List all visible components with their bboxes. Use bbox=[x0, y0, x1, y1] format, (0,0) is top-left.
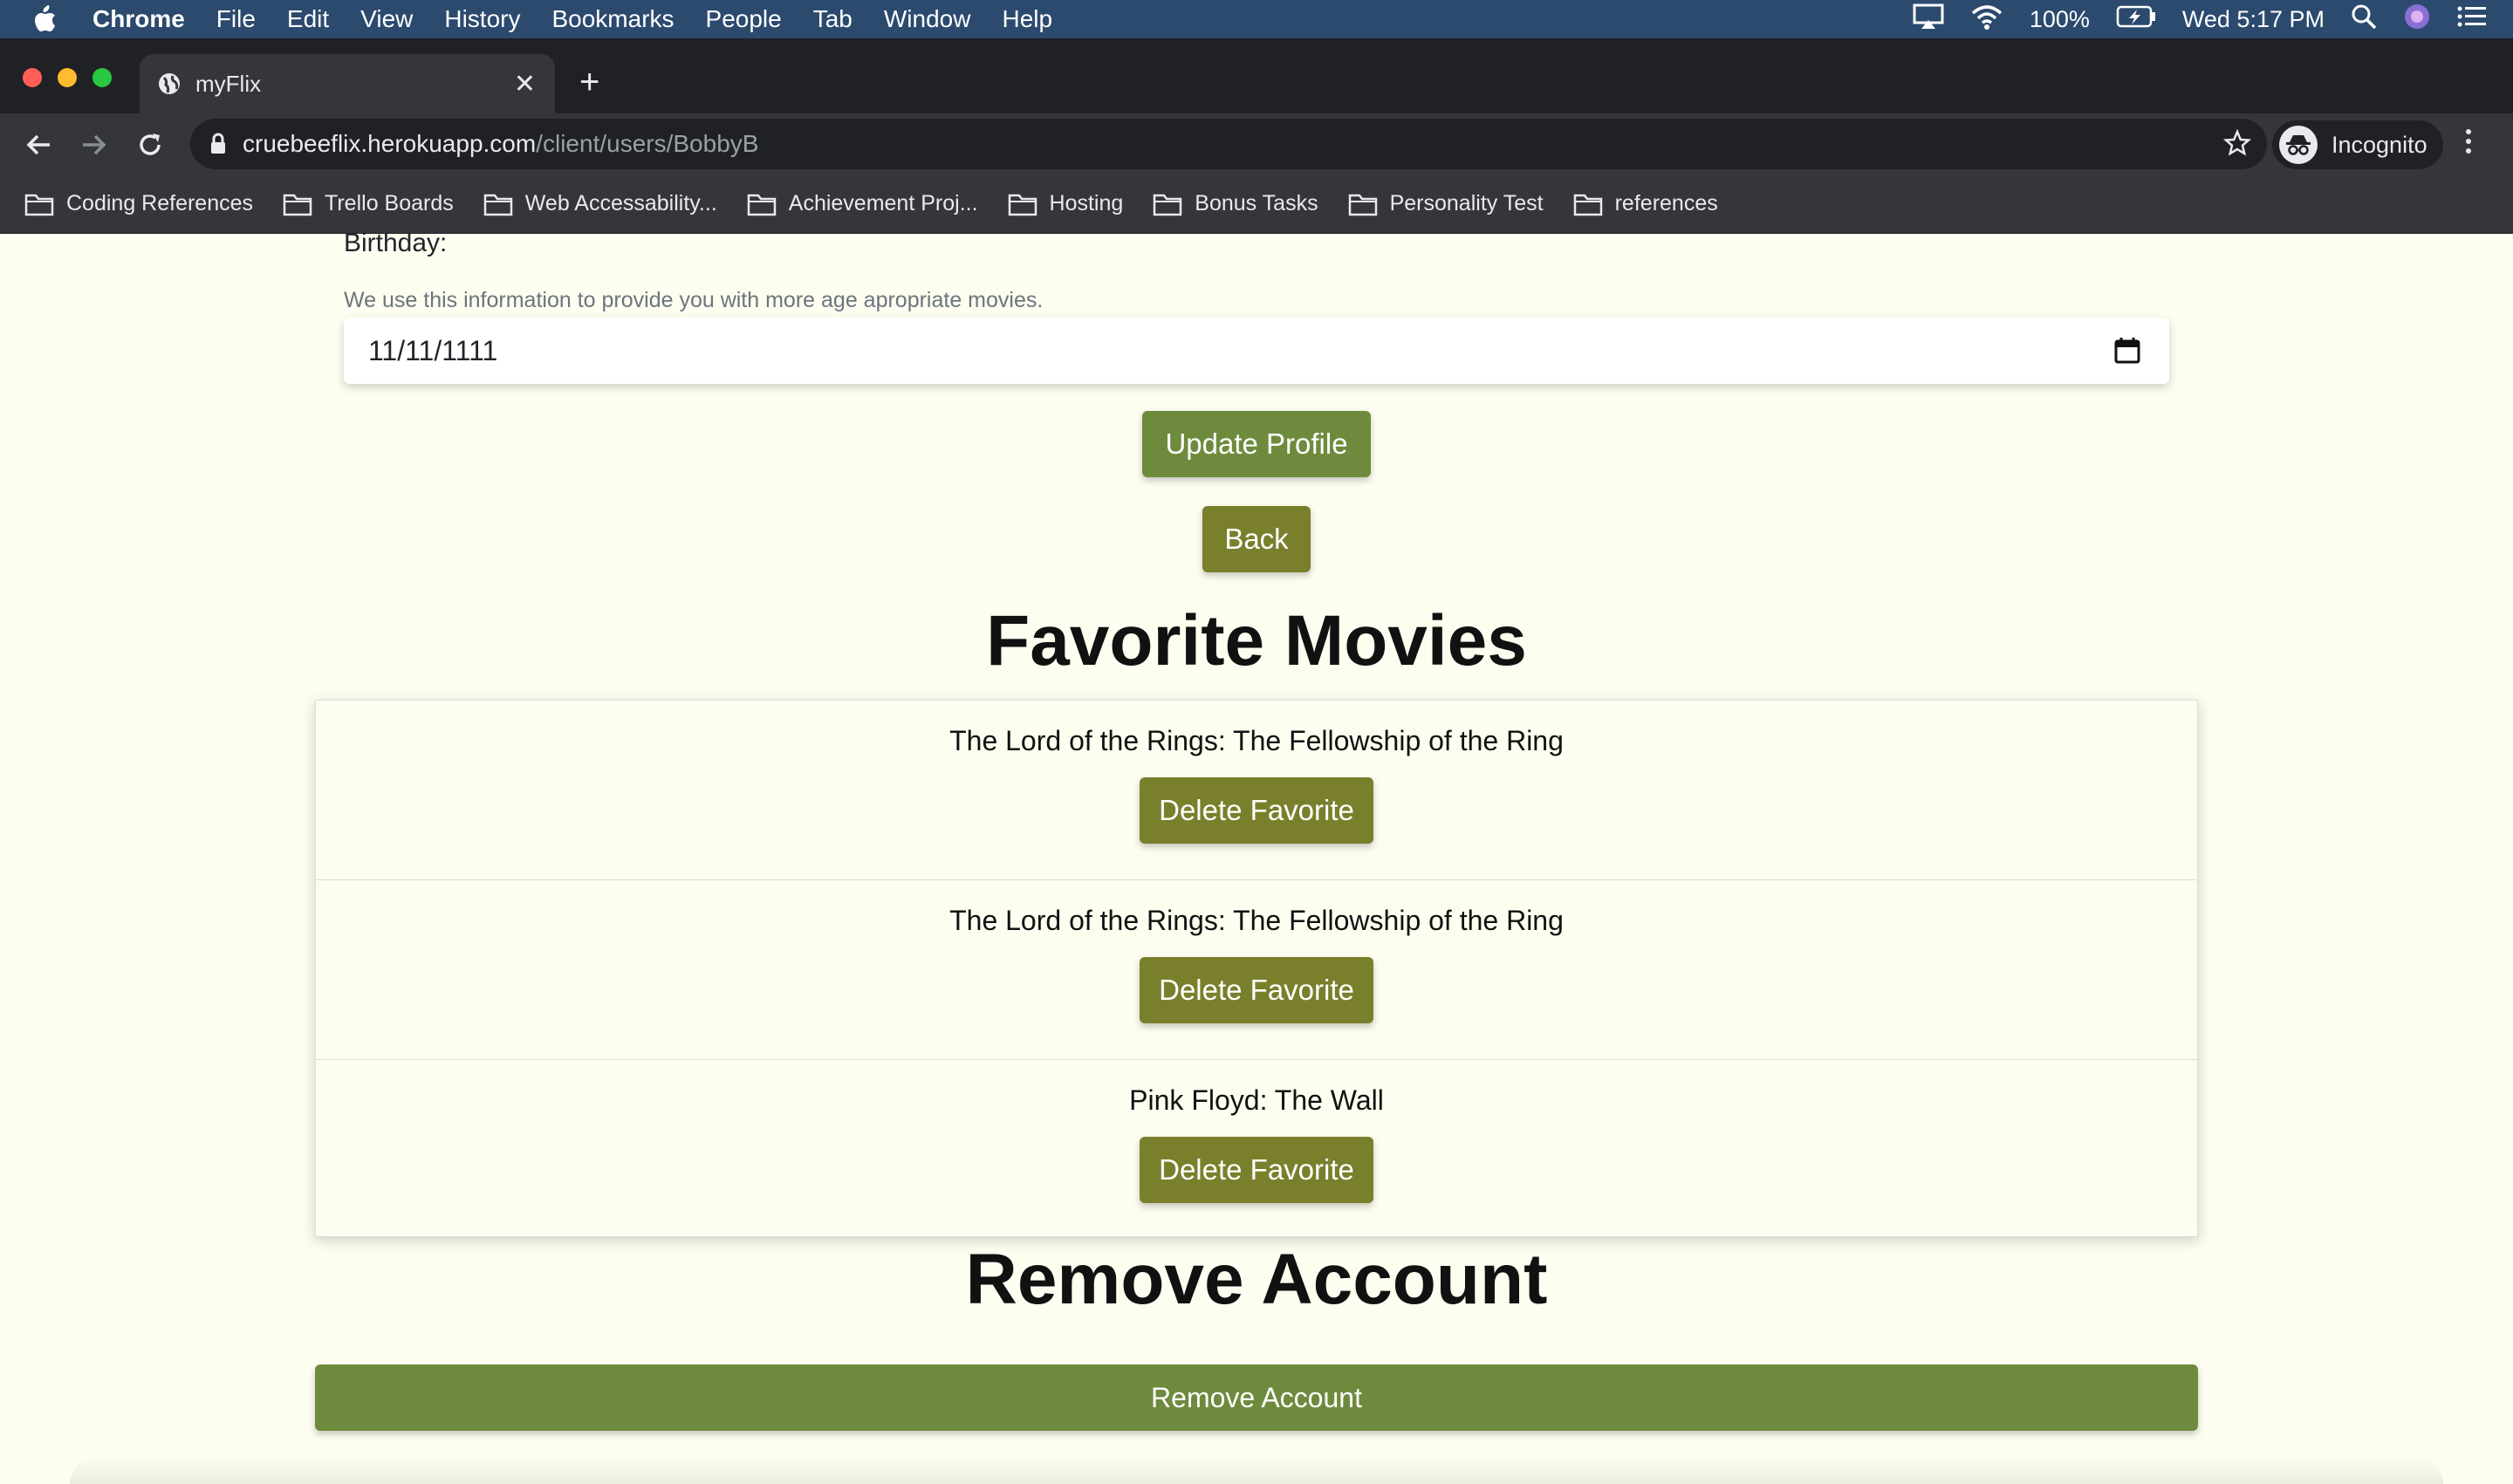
folder-icon bbox=[483, 192, 513, 216]
birthday-label: Birthday: bbox=[344, 229, 448, 257]
birthday-value: 11/11/1111 bbox=[368, 334, 498, 366]
reload-icon[interactable] bbox=[133, 127, 168, 162]
incognito-icon bbox=[2279, 126, 2318, 164]
calendar-icon[interactable] bbox=[2113, 337, 2141, 365]
menu-history[interactable]: History bbox=[444, 5, 520, 33]
lock-icon[interactable] bbox=[209, 133, 227, 155]
battery-percent: 100% bbox=[2029, 5, 2090, 32]
menubar-clock[interactable]: Wed 5:17 PM bbox=[2182, 6, 2325, 33]
delete-favorite-button[interactable]: Delete Favorite bbox=[1140, 777, 1373, 844]
folder-icon bbox=[1153, 192, 1182, 216]
window-minimize-button[interactable] bbox=[58, 68, 77, 87]
favorite-movie-title: The Lord of the Rings: The Fellowship of… bbox=[949, 905, 1564, 936]
bookmark-label: Hosting bbox=[1049, 191, 1124, 215]
bookmark-label: Achievement Proj... bbox=[788, 191, 978, 215]
folder-icon bbox=[24, 192, 54, 216]
delete-favorite-button[interactable]: Delete Favorite bbox=[1140, 957, 1373, 1023]
folder-icon bbox=[1008, 192, 1037, 216]
menu-window[interactable]: Window bbox=[884, 5, 971, 33]
folder-icon bbox=[747, 192, 777, 216]
bookmark-label: Bonus Tasks bbox=[1195, 191, 1318, 215]
bookmark-label: Personality Test bbox=[1389, 191, 1544, 215]
incognito-profile-button[interactable]: Incognito bbox=[2272, 120, 2443, 169]
bookmark-folder-coding-references[interactable]: Coding References bbox=[24, 191, 253, 216]
bookmark-star-icon[interactable] bbox=[2223, 129, 2251, 157]
browser-menu-icon[interactable] bbox=[2466, 129, 2471, 154]
menu-tab[interactable]: Tab bbox=[813, 5, 853, 33]
footer-shadow bbox=[70, 1457, 2443, 1484]
address-bar[interactable]: cruebeeflix.herokuapp.com/client/users/B… bbox=[190, 119, 2267, 169]
favorite-movie-title: The Lord of the Rings: The Fellowship of… bbox=[949, 725, 1564, 756]
tab-title: myFlix bbox=[195, 70, 262, 97]
wifi-icon[interactable] bbox=[1970, 3, 2003, 36]
url-host: cruebeeflix.herokuapp.com bbox=[243, 130, 537, 157]
list-item: The Lord of the Rings: The Fellowship of… bbox=[316, 701, 2197, 880]
battery-icon[interactable] bbox=[2116, 5, 2156, 34]
favorite-movie-title: Pink Floyd: The Wall bbox=[1129, 1084, 1384, 1116]
folder-icon bbox=[1573, 192, 1603, 216]
bookmark-folder-hosting[interactable]: Hosting bbox=[1008, 191, 1124, 216]
bookmark-folder-bonus-tasks[interactable]: Bonus Tasks bbox=[1153, 191, 1318, 216]
bookmark-label: Trello Boards bbox=[325, 191, 454, 215]
menu-file[interactable]: File bbox=[216, 5, 256, 33]
bookmark-label: references bbox=[1614, 191, 1718, 215]
list-item: The Lord of the Rings: The Fellowship of… bbox=[316, 880, 2197, 1060]
birthday-help-text: We use this information to provide you w… bbox=[344, 288, 1044, 312]
bookmark-label: Coding References bbox=[66, 191, 254, 215]
back-arrow-icon[interactable] bbox=[21, 127, 56, 162]
browser-tab-active[interactable]: myFlix ✕ bbox=[140, 54, 555, 113]
tab-close-icon[interactable]: ✕ bbox=[514, 69, 536, 99]
window-zoom-button[interactable] bbox=[92, 68, 112, 87]
spotlight-search-icon[interactable] bbox=[2351, 3, 2377, 36]
menu-view[interactable]: View bbox=[360, 5, 413, 33]
incognito-label: Incognito bbox=[2332, 131, 2427, 158]
bookmark-folder-personality-test[interactable]: Personality Test bbox=[1348, 191, 1544, 216]
update-profile-button[interactable]: Update Profile bbox=[1142, 411, 1371, 477]
bookmarks-bar: Coding References Trello Boards Web Acce… bbox=[0, 174, 2513, 234]
delete-favorite-button[interactable]: Delete Favorite bbox=[1140, 1137, 1373, 1203]
menu-help[interactable]: Help bbox=[1002, 5, 1052, 33]
macos-menubar: Chrome File Edit View History Bookmarks … bbox=[0, 0, 2513, 38]
folder-icon bbox=[283, 192, 312, 216]
menubar-status-area: 100% Wed 5:17 PM bbox=[1913, 0, 2487, 38]
airplay-icon[interactable] bbox=[1913, 3, 1944, 36]
folder-icon bbox=[1348, 192, 1378, 216]
favorite-movies-list: The Lord of the Rings: The Fellowship of… bbox=[315, 700, 2198, 1237]
remove-account-heading: Remove Account bbox=[965, 1240, 1548, 1319]
window-close-button[interactable] bbox=[23, 68, 42, 87]
bookmark-folder-references[interactable]: references bbox=[1573, 191, 1718, 216]
remove-account-button[interactable]: Remove Account bbox=[315, 1364, 2198, 1431]
menu-edit[interactable]: Edit bbox=[287, 5, 329, 33]
new-tab-plus-icon[interactable]: + bbox=[579, 63, 599, 102]
forward-arrow-icon[interactable] bbox=[77, 127, 112, 162]
bookmark-folder-achievement-proj[interactable]: Achievement Proj... bbox=[747, 191, 978, 216]
menu-chrome[interactable]: Chrome bbox=[92, 5, 185, 33]
globe-icon bbox=[157, 72, 181, 96]
notification-center-icon[interactable] bbox=[2457, 5, 2487, 34]
birthday-date-input[interactable]: 11/11/1111 bbox=[344, 318, 2169, 384]
bookmark-folder-web-accessability[interactable]: Web Accessability... bbox=[483, 191, 717, 216]
url-path: /client/users/BobbyB bbox=[536, 130, 759, 157]
bookmark-folder-trello-boards[interactable]: Trello Boards bbox=[283, 191, 454, 216]
menu-people[interactable]: People bbox=[706, 5, 782, 33]
bookmark-label: Web Accessability... bbox=[524, 191, 717, 215]
back-button[interactable]: Back bbox=[1202, 506, 1311, 572]
menu-bookmarks[interactable]: Bookmarks bbox=[551, 5, 674, 33]
apple-icon[interactable] bbox=[31, 4, 66, 34]
list-item: Pink Floyd: The Wall Delete Favorite bbox=[316, 1060, 2197, 1238]
favorite-movies-heading: Favorite Movies bbox=[986, 601, 1527, 680]
siri-icon[interactable] bbox=[2403, 3, 2431, 37]
